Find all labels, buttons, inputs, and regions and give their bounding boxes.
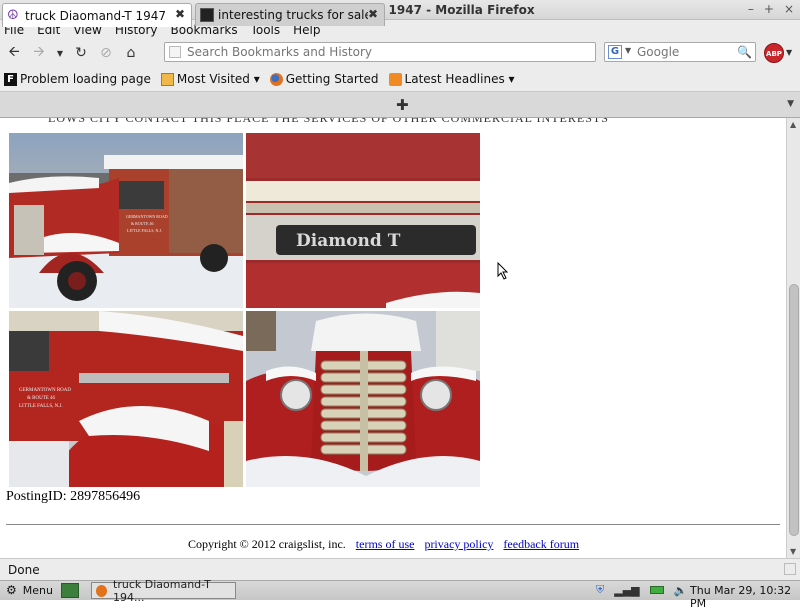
bookmark-label: Latest Headlines ▾	[404, 72, 515, 86]
list-all-tabs-button[interactable]: ▼	[787, 99, 794, 109]
start-menu-button[interactable]: ⚙ Menu	[6, 583, 53, 597]
back-button[interactable]: 🡨	[3, 42, 25, 64]
search-bar[interactable]: G ▼ 🔍	[604, 42, 756, 62]
firefox-icon	[269, 72, 283, 86]
diamond-t-badge-photo[interactable]: Diamond T	[246, 133, 480, 308]
door-text-line: & ROUTE 46	[27, 396, 56, 401]
diamond-t-badge-image: Diamond T	[246, 133, 480, 308]
forward-arrow-icon: 🡪	[33, 44, 45, 60]
resize-grip-icon[interactable]	[784, 563, 796, 575]
mouse-cursor-icon	[497, 262, 509, 280]
tab-label: truck Diaomand-T 1947	[25, 8, 167, 23]
truncated-text: LOWS CITY CONTACT THIS PLACE THE SERVICE…	[48, 118, 609, 125]
page-footer: Copyright © 2012 craigslist, inc. terms …	[188, 537, 579, 552]
history-dropdown-button[interactable]: ▼	[53, 42, 67, 64]
bookmark-label: Problem loading page	[20, 72, 151, 86]
site-favicon-icon	[200, 8, 214, 22]
truck-side-image: GERMANTOWN ROAD & ROUTE 46 LITTLE FALLS,…	[9, 133, 243, 308]
network-signal-icon[interactable]: ▂▄▆	[614, 584, 639, 597]
stop-button[interactable]: ⊘	[95, 42, 117, 64]
tab-truck-diamond-t[interactable]: ☮ truck Diaomand-T 1947 ✖	[2, 3, 192, 27]
scroll-up-icon[interactable]: ▲	[790, 120, 796, 129]
reload-icon: ↻	[75, 45, 87, 61]
bookmarks-toolbar: F Problem loading page Most Visited ▾ Ge…	[0, 67, 800, 92]
forward-button[interactable]: 🡪	[28, 42, 50, 64]
adblock-plus-button[interactable]: ABP	[764, 43, 784, 63]
shield-icon[interactable]: ⛨	[596, 583, 604, 597]
page-content: LOWS CITY CONTACT THIS PLACE THE SERVICE…	[0, 118, 786, 558]
home-button[interactable]: ⌂	[120, 42, 142, 64]
url-input[interactable]	[187, 44, 587, 60]
gear-icon: ⚙	[6, 583, 17, 597]
door-text-line: & ROUTE 46	[131, 221, 153, 226]
new-tab-button[interactable]: ✚	[396, 96, 409, 114]
status-text: Done	[8, 563, 40, 577]
system-tray: ⛨ ▂▄▆ 🔈	[596, 583, 687, 597]
navigation-toolbar: 🡨 🡪 ▼ ↻ ⊘ ⌂ G ▼ 🔍 ABP ▼	[0, 39, 800, 67]
bookmark-label: Most Visited ▾	[176, 72, 260, 86]
peace-sign-icon: ☮	[7, 7, 19, 23]
system-taskbar: ⚙ Menu truck Diaomand-T 194... ⛨ ▂▄▆ 🔈 T…	[0, 578, 800, 610]
home-icon: ⌂	[126, 45, 136, 61]
engine-dropdown-icon[interactable]: ▼	[625, 46, 631, 55]
close-tab-icon[interactable]: ✖	[368, 7, 378, 21]
page-scrollbar[interactable]: ▲ ▼	[786, 118, 800, 558]
door-text-line: GERMANTOWN ROAD	[19, 388, 71, 393]
reload-button[interactable]: ↻	[70, 42, 92, 64]
tab-interesting-trucks[interactable]: interesting trucks for sale t... ✖	[195, 3, 385, 26]
diamond-t-logo-text: Diamond T	[296, 231, 401, 251]
plus-icon: ✚	[396, 96, 409, 114]
door-text-line: LITTLE FALLS, N.J.	[19, 404, 63, 409]
bookmark-most-visited[interactable]: Most Visited ▾	[160, 72, 260, 86]
feedback-forum-link[interactable]: feedback forum	[503, 537, 579, 552]
page-error-icon: F	[4, 72, 17, 86]
search-input[interactable]	[637, 44, 737, 60]
truck-side-photo[interactable]: GERMANTOWN ROAD & ROUTE 46 LITTLE FALLS,…	[9, 133, 243, 308]
stop-icon: ⊘	[100, 45, 112, 61]
folder-icon	[160, 72, 174, 86]
bookmark-problem-loading[interactable]: F Problem loading page	[4, 72, 151, 86]
chevron-down-icon: ▼	[56, 48, 64, 58]
close-window-button[interactable]: ×	[784, 2, 794, 16]
start-menu-label: Menu	[22, 583, 53, 597]
truck-grille-photo[interactable]	[246, 311, 480, 487]
volume-icon[interactable]: 🔈	[674, 584, 688, 597]
page-favicon-icon	[169, 46, 181, 58]
truck-door-image: GERMANTOWN ROAD & ROUTE 46 LITTLE FALLS,…	[9, 311, 243, 487]
bookmark-getting-started[interactable]: Getting Started	[269, 72, 379, 86]
truck-grille-image	[246, 311, 480, 487]
maximize-button[interactable]: +	[764, 2, 774, 16]
taskbar-firefox-window[interactable]: truck Diaomand-T 194...	[91, 578, 236, 604]
rss-feed-icon	[388, 72, 402, 86]
url-bar[interactable]	[164, 42, 596, 62]
truck-door-photo[interactable]: GERMANTOWN ROAD & ROUTE 46 LITTLE FALLS,…	[9, 311, 243, 487]
terms-of-use-link[interactable]: terms of use	[356, 537, 415, 552]
google-engine-icon[interactable]: G	[608, 45, 622, 59]
door-text-line: GERMANTOWN ROAD	[126, 214, 168, 219]
search-icon[interactable]: 🔍	[737, 45, 752, 59]
adblock-dropdown-icon[interactable]: ▼	[786, 48, 792, 57]
taskbar-clock[interactable]: Thu Mar 29, 10:32 PM	[690, 584, 800, 610]
show-desktop-icon[interactable]	[61, 583, 79, 598]
scroll-down-icon[interactable]: ▼	[790, 547, 796, 556]
bookmark-latest-headlines[interactable]: Latest Headlines ▾	[388, 72, 515, 86]
bookmark-label: Getting Started	[285, 72, 379, 86]
chevron-down-icon: ▼	[787, 99, 794, 109]
scrollbar-thumb[interactable]	[789, 284, 799, 536]
privacy-policy-link[interactable]: privacy policy	[424, 537, 493, 552]
firefox-icon	[96, 584, 108, 597]
copyright-text: Copyright © 2012 craigslist, inc.	[188, 537, 346, 551]
back-arrow-icon: 🡨	[8, 44, 20, 60]
tab-label: interesting trucks for sale t...	[218, 8, 368, 22]
close-tab-icon[interactable]: ✖	[175, 7, 185, 21]
footer-divider	[6, 524, 780, 525]
minimize-button[interactable]: –	[748, 2, 754, 16]
battery-icon[interactable]	[649, 586, 664, 594]
posting-id: PostingID: 2897856496	[6, 489, 141, 504]
